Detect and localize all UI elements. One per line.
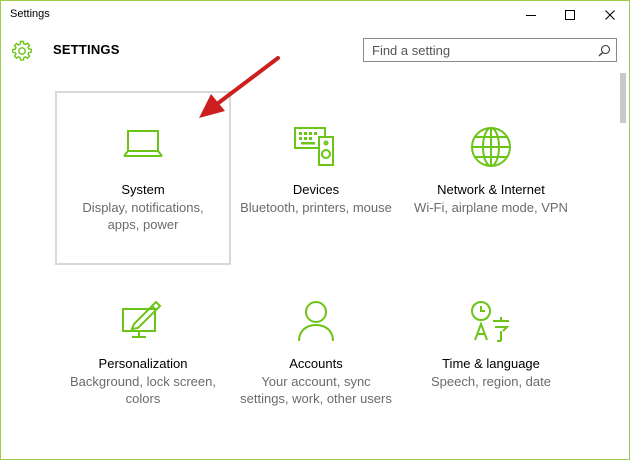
tile-description: Background, lock screen, colors xyxy=(70,374,216,406)
settings-window: Settings SETTINGS Find a setting System … xyxy=(0,0,630,460)
window-title: Settings xyxy=(10,8,50,20)
minimize-button[interactable] xyxy=(514,1,548,29)
tile-network-internet[interactable]: Network & Internet Wi-Fi, airplane mode,… xyxy=(403,91,579,265)
close-button[interactable] xyxy=(593,1,627,29)
minimize-icon xyxy=(526,15,536,16)
tile-time-language[interactable]: Time & language Speech, region, date xyxy=(403,265,579,439)
person-icon xyxy=(298,301,334,342)
tile-devices[interactable]: Devices Bluetooth, printers, mouse xyxy=(228,91,404,265)
tile-label: Personalization xyxy=(98,356,188,371)
tile-label: Accounts xyxy=(289,356,343,371)
tile-label: Network & Internet xyxy=(437,182,545,197)
search-input[interactable] xyxy=(364,39,589,61)
clock-language-icon xyxy=(471,301,510,342)
page-title: SETTINGS xyxy=(53,42,120,57)
globe-icon xyxy=(471,127,511,167)
laptop-icon xyxy=(123,130,163,157)
close-icon xyxy=(605,10,615,20)
tile-label: System xyxy=(121,182,165,197)
maximize-button[interactable] xyxy=(553,1,587,29)
maximize-icon xyxy=(565,10,575,20)
tile-label: Devices xyxy=(292,182,340,197)
tile-accounts[interactable]: Accounts Your account, sync settings, wo… xyxy=(228,265,404,439)
scrollbar[interactable] xyxy=(620,73,627,453)
tile-description: Display, notifications, apps, power xyxy=(82,200,204,232)
tile-description: Wi-Fi, airplane mode, VPN xyxy=(414,200,568,215)
tile-description: Bluetooth, printers, mouse xyxy=(240,200,392,215)
tile-description: Your account, sync settings, work, other… xyxy=(240,374,392,406)
search-box[interactable] xyxy=(363,38,617,62)
gear-icon xyxy=(12,40,32,61)
title-bar: Settings xyxy=(1,1,629,29)
scrollbar-thumb[interactable] xyxy=(620,73,626,123)
tile-personalization[interactable]: Personalization Background, lock screen,… xyxy=(55,265,231,439)
tile-description: Speech, region, date xyxy=(431,374,551,389)
keyboard-speaker-icon xyxy=(294,127,334,166)
tile-label: Time & language xyxy=(442,356,540,371)
paint-monitor-icon xyxy=(122,300,162,338)
settings-header: SETTINGS xyxy=(1,29,629,73)
search-icon[interactable] xyxy=(598,44,611,57)
tile-system[interactable]: System Display, notifications, apps, pow… xyxy=(55,91,231,265)
